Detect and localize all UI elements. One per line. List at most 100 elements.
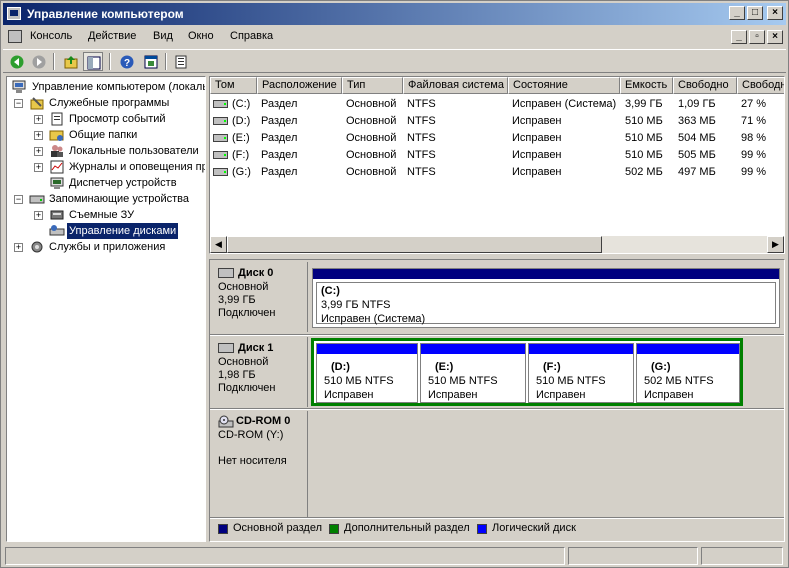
menu-view[interactable]: Вид (153, 30, 173, 42)
properties-icon (144, 55, 158, 69)
partition-c[interactable]: (C:) 3,99 ГБ NTFS Исправен (Система) (312, 268, 780, 328)
volume-name: (D:) (232, 115, 251, 127)
partition-g[interactable]: (G:) 502 МБ NTFS Исправен (636, 343, 740, 403)
menu-console[interactable]: Консоль (30, 30, 72, 42)
volume-row[interactable]: (G:) Раздел Основной NTFS Исправен 502 М… (210, 164, 784, 181)
partition-label: (D:) (331, 361, 350, 373)
child-restore-button[interactable]: ▫ (749, 30, 765, 44)
disk-0-info[interactable]: Диск 0 Основной 3,99 ГБ Подключен (212, 262, 308, 332)
volume-row[interactable]: (E:) Раздел Основной NTFS Исправен 510 М… (210, 130, 784, 147)
disk-name: Диск 0 (238, 267, 274, 279)
scroll-right-button[interactable]: ▶ (767, 236, 784, 253)
column-header-filesystem[interactable]: Файловая система (403, 77, 508, 94)
cdrom-drive-letter: CD-ROM (Y:) (218, 429, 284, 441)
partition-state: Исправен (324, 389, 374, 401)
column-header-free-space[interactable]: Свободно (673, 77, 737, 94)
partition-size: 510 МБ NTFS (536, 375, 606, 387)
help-button[interactable]: ? (117, 52, 137, 71)
computer-management-icon (12, 80, 26, 93)
volume-list[interactable]: Том Расположение Тип Файловая система Со… (209, 76, 785, 254)
column-header-free-percent[interactable]: Свободно (737, 77, 784, 94)
volume-free-percent: 27 % (741, 98, 767, 110)
partition-d[interactable]: (D:) 510 МБ NTFS Исправен (316, 343, 418, 403)
app-window-icon (7, 7, 21, 20)
partition-state: Исправен (644, 389, 694, 401)
back-button[interactable] (7, 52, 27, 71)
collapse-toggle[interactable]: − (14, 99, 23, 108)
expand-toggle[interactable]: + (34, 147, 43, 156)
menu-bar: Консоль Действие Вид Окно Справка _ ▫ × (3, 27, 786, 47)
volume-row[interactable]: (D:) Раздел Основной NTFS Исправен 510 М… (210, 113, 784, 130)
legend-swatch-primary (218, 524, 228, 534)
console-icon[interactable] (8, 30, 22, 43)
expand-toggle[interactable]: + (14, 243, 23, 252)
removable-storage-icon (50, 210, 64, 220)
column-header-capacity[interactable]: Емкость (620, 77, 673, 94)
toolbar-separator (165, 53, 167, 70)
volume-name: (E:) (232, 132, 250, 144)
volume-capacity: 510 МБ (625, 115, 663, 127)
legend-primary-label: Основной раздел (233, 522, 322, 534)
expand-toggle[interactable]: + (34, 131, 43, 140)
disk-size: 3,99 ГБ (218, 294, 256, 306)
menu-help[interactable]: Справка (230, 30, 273, 42)
partition-e[interactable]: (E:) 510 МБ NTFS Исправен (420, 343, 526, 403)
volume-free-percent: 99 % (741, 166, 767, 178)
expand-toggle[interactable]: + (34, 115, 43, 124)
maximize-button[interactable]: □ (747, 6, 763, 20)
tree-label: Общие папки (69, 129, 138, 141)
scroll-thumb[interactable] (227, 236, 602, 253)
export-list-button[interactable] (171, 52, 191, 71)
console-tree[interactable]: Управление компьютером (локаль − Служебн… (6, 76, 206, 542)
partition-state: Исправен (536, 389, 586, 401)
forward-arrow-icon (32, 55, 46, 69)
disk-size: 1,98 ГБ (218, 369, 256, 381)
forward-button[interactable] (29, 52, 49, 71)
services-icon (31, 241, 43, 253)
minimize-button[interactable]: _ (729, 6, 745, 20)
disk-1-info[interactable]: Диск 1 Основной 1,98 ГБ Подключен (212, 337, 308, 407)
menu-action[interactable]: Действие (88, 30, 136, 42)
cdrom-icon (218, 415, 234, 428)
volume-free-space: 497 МБ (678, 166, 716, 178)
partition-label: (G:) (651, 361, 671, 373)
partition-state: Исправен (428, 389, 478, 401)
up-level-button[interactable] (61, 52, 81, 71)
partition-f[interactable]: (F:) 510 МБ NTFS Исправен (528, 343, 634, 403)
column-header-type[interactable]: Тип (342, 77, 403, 94)
expand-toggle[interactable]: + (34, 211, 43, 220)
disk-name: CD-ROM 0 (236, 415, 291, 427)
volume-status: Исправен (512, 115, 562, 127)
menu-window[interactable]: Окно (188, 30, 214, 42)
expand-toggle[interactable]: + (34, 163, 43, 172)
close-button[interactable]: × (767, 6, 783, 20)
volume-type: Основной (346, 166, 397, 178)
volume-row[interactable]: (F:) Раздел Основной NTFS Исправен 510 М… (210, 147, 784, 164)
child-minimize-button[interactable]: _ (731, 30, 747, 44)
collapse-toggle[interactable]: − (14, 195, 23, 204)
child-close-button[interactable]: × (767, 30, 783, 44)
status-cell (701, 547, 783, 565)
disk-graphical-view[interactable]: Диск 0 Основной 3,99 ГБ Подключен (C:) 3… (209, 259, 785, 542)
status-bar (3, 546, 786, 566)
horizontal-scrollbar[interactable]: ◀ ▶ (210, 236, 784, 253)
drive-icon (213, 117, 228, 125)
tree-label: Диспетчер устройств (69, 177, 177, 189)
tools-icon (30, 97, 44, 110)
title-bar[interactable]: Управление компьютером _ □ × (3, 3, 786, 25)
svg-text:?: ? (124, 58, 130, 69)
column-header-volume[interactable]: Том (210, 77, 257, 94)
column-header-status[interactable]: Состояние (508, 77, 620, 94)
disk-status: Подключен (218, 307, 276, 319)
properties-button[interactable] (141, 52, 161, 71)
divider (210, 408, 784, 410)
volume-row[interactable]: (C:) Раздел Основной NTFS Исправен (Сист… (210, 96, 784, 113)
volume-filesystem: NTFS (407, 149, 436, 161)
scroll-left-button[interactable]: ◀ (210, 236, 227, 253)
column-header-location[interactable]: Расположение (257, 77, 342, 94)
help-icon: ? (120, 55, 134, 69)
extended-partition[interactable]: (D:) 510 МБ NTFS Исправен (E:) 510 МБ NT… (311, 338, 743, 406)
show-hide-tree-button[interactable] (83, 52, 103, 71)
cdrom-0-info[interactable]: CD-ROM 0 CD-ROM (Y:) Нет носителя (212, 411, 308, 517)
partition-size: 3,99 ГБ NTFS (321, 299, 391, 311)
